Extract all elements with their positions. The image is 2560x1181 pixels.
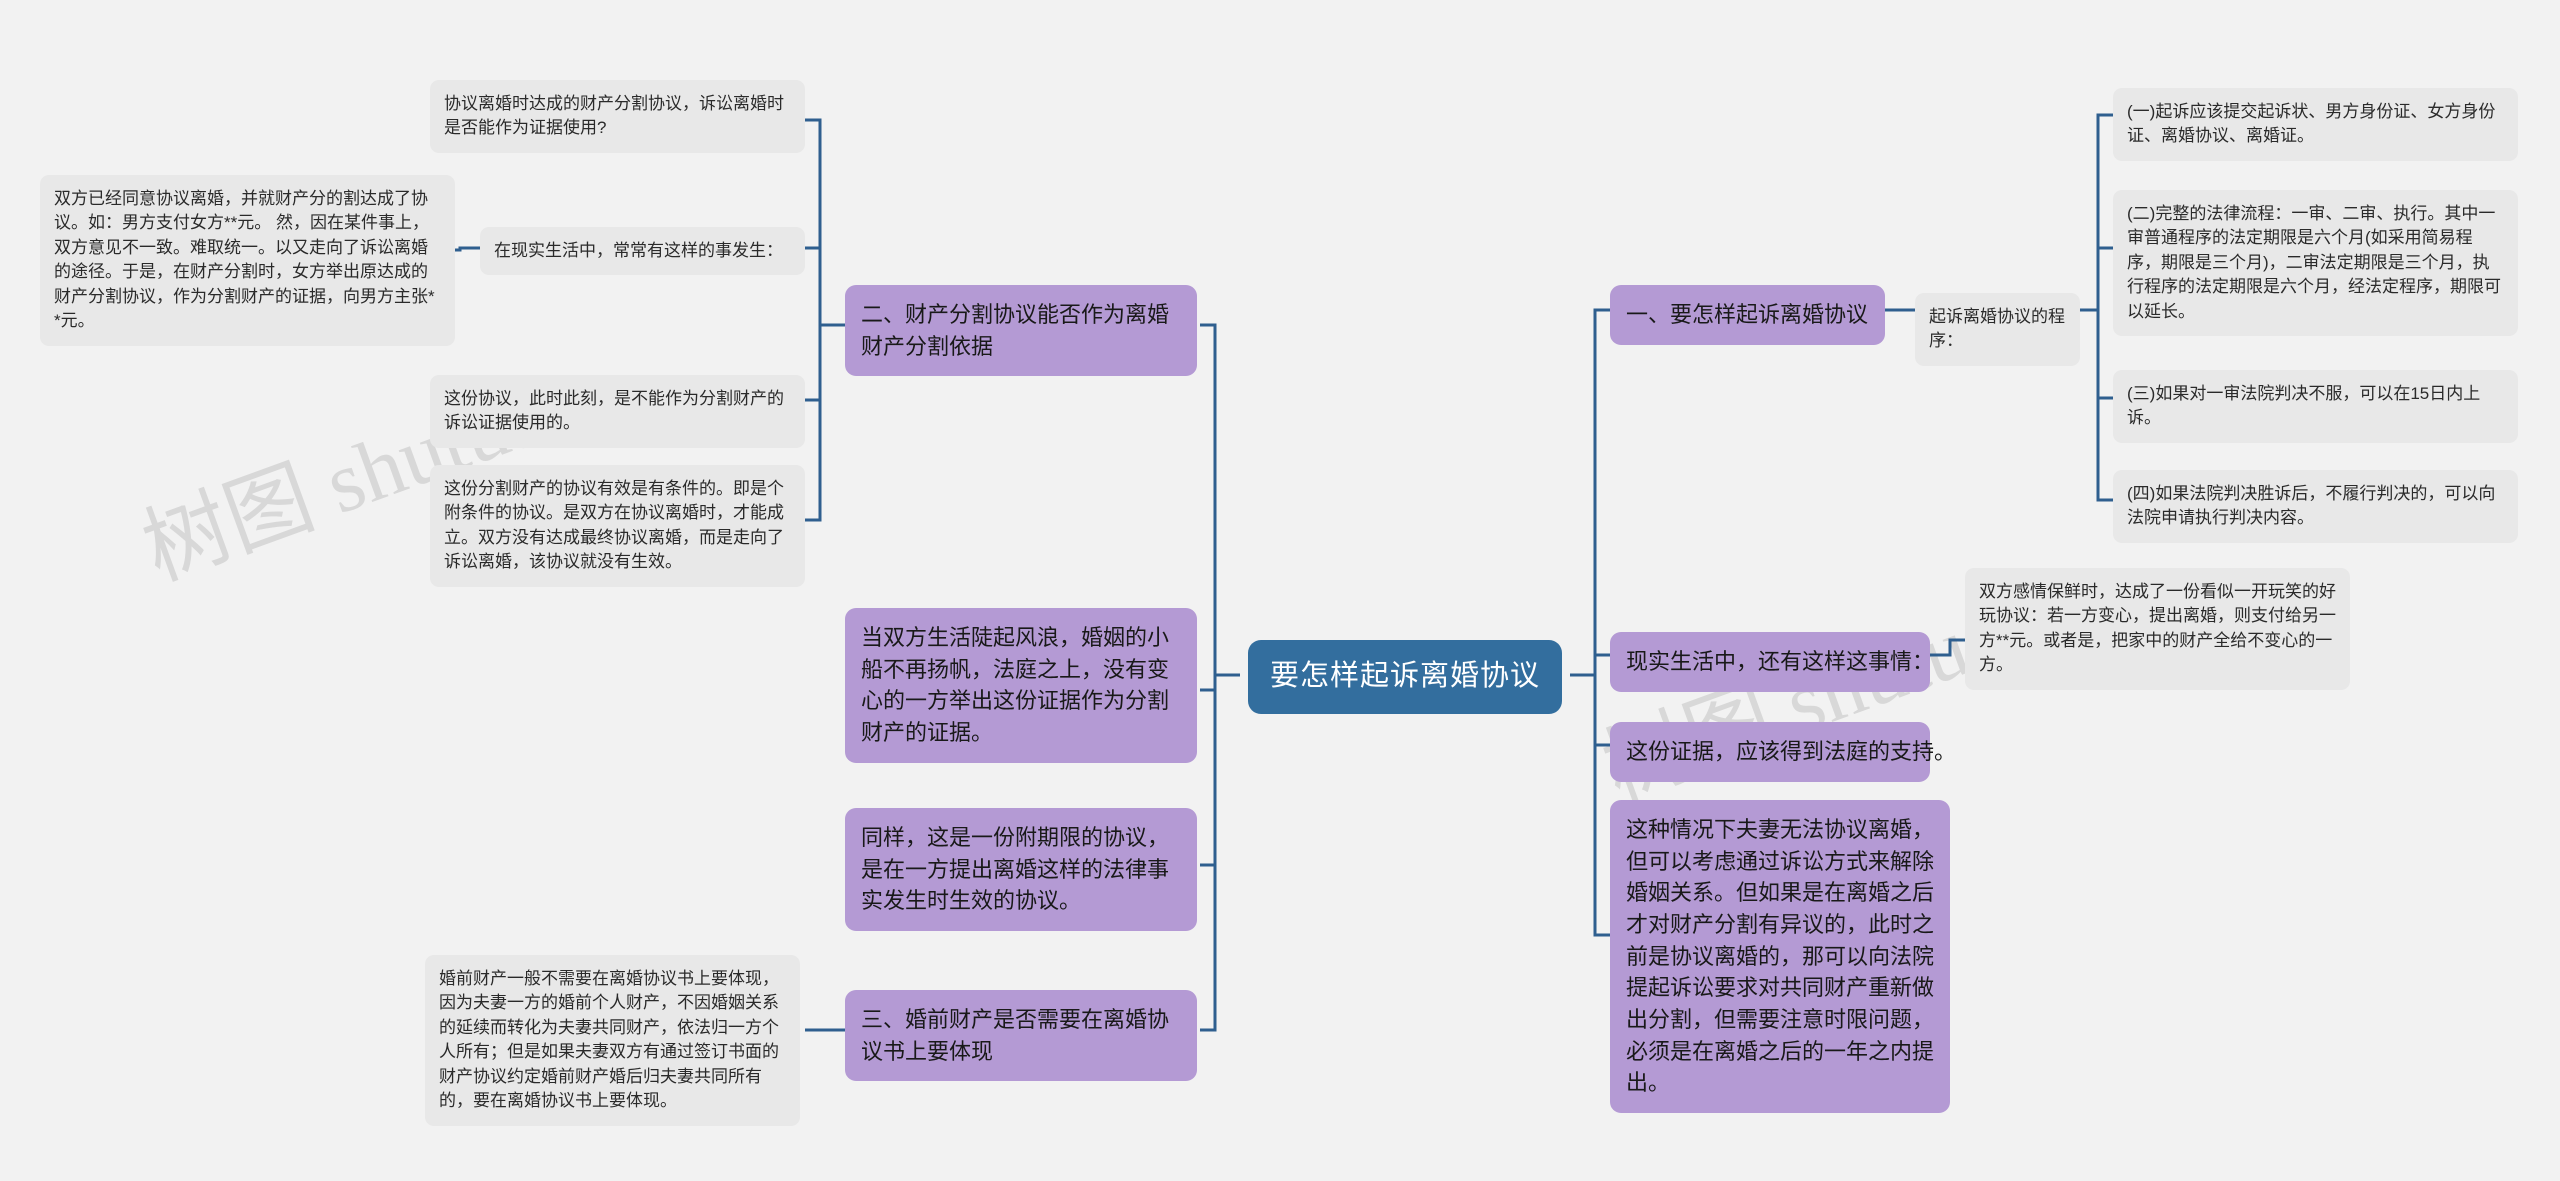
branch-node-evidence-supported-label: 这份证据，应该得到法庭的支持。 xyxy=(1626,739,1957,764)
root-node[interactable]: 要怎样起诉离婚协议 xyxy=(1248,640,1563,714)
leaf-node-step-3[interactable]: (三)如果对一审法院判决不服，可以在15日内上诉。 xyxy=(2113,370,2518,443)
leaf-node-case-detail-label: 双方已经同意协议离婚，并就财产分的割达成了协议。如：男方支付女方**元。 然，因… xyxy=(54,189,435,331)
leaf-node-procedure-label[interactable]: 起诉离婚协议的程序： xyxy=(1915,293,2080,366)
branch-node-how-to-sue[interactable]: 一、要怎样起诉离婚协议 xyxy=(1610,285,1885,345)
branch-node-evidence-storm[interactable]: 当双方生活陡起风浪，婚姻的小船不再扬帆，法庭之上，没有变心的一方举出这份证据作为… xyxy=(845,608,1197,763)
leaf-node-real-life-intro[interactable]: 在现实生活中，常常有这样的事发生： xyxy=(480,227,805,276)
leaf-node-question-evidence[interactable]: 协议离婚时达成的财产分割协议，诉讼离婚时是否能作为证据使用? xyxy=(430,80,805,153)
branch-node-evidence-supported[interactable]: 这份证据，应该得到法庭的支持。 xyxy=(1610,722,1956,782)
branch-node-how-to-sue-label: 一、要怎样起诉离婚协议 xyxy=(1626,302,1869,327)
leaf-node-step-4[interactable]: (四)如果法院判决胜诉后，不履行判决的，可以向法院申请执行判决内容。 xyxy=(2113,470,2518,543)
branch-node-premarital-property[interactable]: 三、婚前财产是否需要在离婚协议书上要体现 xyxy=(845,990,1197,1082)
branch-node-term-agreement-label: 同样，这是一份附期限的协议，是在一方提出离婚这样的法律事实发生时生效的协议。 xyxy=(861,825,1170,914)
leaf-node-step-3-label: (三)如果对一审法院判决不服，可以在15日内上诉。 xyxy=(2127,384,2481,428)
leaf-node-step-2[interactable]: (二)完整的法律流程：一审、二审、执行。其中一审普通程序的法定期限是六个月(如采… xyxy=(2113,190,2518,337)
leaf-node-step-1[interactable]: (一)起诉应该提交起诉状、男方身份证、女方身份证、离婚协议、离婚证。 xyxy=(2113,88,2518,161)
leaf-node-step-4-label: (四)如果法院判决胜诉后，不履行判决的，可以向法院申请执行判决内容。 xyxy=(2127,484,2496,528)
branch-node-real-life-case-label: 现实生活中，还有这样这事情： xyxy=(1626,649,1935,674)
leaf-node-joke-agreement-detail-label: 双方感情保鲜时，达成了一份看似一开玩笑的好玩协议：若一方变心，提出离婚，则支付给… xyxy=(1979,582,2336,675)
branch-node-premarital-property-label: 三、婚前财产是否需要在离婚协议书上要体现 xyxy=(861,1007,1170,1064)
branch-node-litigation-divorce[interactable]: 这种情况下夫妻无法协议离婚，但可以考虑通过诉讼方式来解除婚姻关系。但如果是在离婚… xyxy=(1610,800,1950,1114)
leaf-node-procedure-label-text: 起诉离婚协议的程序： xyxy=(1929,307,2065,351)
branch-node-evidence-storm-label: 当双方生活陡起风浪，婚姻的小船不再扬帆，法庭之上，没有变心的一方举出这份证据作为… xyxy=(861,625,1170,746)
leaf-node-conditional-agreement[interactable]: 这份分割财产的协议有效是有条件的。即是个附条件的协议。是双方在协议离婚时，才能成… xyxy=(430,465,805,587)
leaf-node-question-evidence-label: 协议离婚时达成的财产分割协议，诉讼离婚时是否能作为证据使用? xyxy=(444,94,784,138)
leaf-node-real-life-intro-label: 在现实生活中，常常有这样的事发生： xyxy=(494,241,783,260)
leaf-node-step-1-label: (一)起诉应该提交起诉状、男方身份证、女方身份证、离婚协议、离婚证。 xyxy=(2127,102,2496,146)
leaf-node-not-usable-evidence[interactable]: 这份协议，此时此刻，是不能作为分割财产的诉讼证据使用的。 xyxy=(430,375,805,448)
mindmap-canvas: 树图 shutu.cn 树图 shutu.cn xyxy=(0,0,2560,1181)
leaf-node-joke-agreement-detail[interactable]: 双方感情保鲜时，达成了一份看似一开玩笑的好玩协议：若一方变心，提出离婚，则支付给… xyxy=(1965,568,2350,690)
branch-node-real-life-case[interactable]: 现实生活中，还有这样这事情： xyxy=(1610,632,1934,692)
branch-node-term-agreement[interactable]: 同样，这是一份附期限的协议，是在一方提出离婚这样的法律事实发生时生效的协议。 xyxy=(845,808,1197,932)
leaf-node-case-detail[interactable]: 双方已经同意协议离婚，并就财产分的割达成了协议。如：男方支付女方**元。 然，因… xyxy=(40,175,455,346)
root-node-label: 要怎样起诉离婚协议 xyxy=(1270,660,1541,692)
branch-node-property-division-label: 二、财产分割协议能否作为离婚财产分割依据 xyxy=(861,302,1170,359)
leaf-node-step-2-label: (二)完整的法律流程：一审、二审、执行。其中一审普通程序的法定期限是六个月(如采… xyxy=(2127,204,2501,321)
branch-node-litigation-divorce-label: 这种情况下夫妻无法协议离婚，但可以考虑通过诉讼方式来解除婚姻关系。但如果是在离婚… xyxy=(1626,817,1935,1096)
leaf-node-premarital-property-detail-label: 婚前财产一般不需要在离婚协议书上要体现，因为夫妻一方的婚前个人财产，不因婚姻关系… xyxy=(439,969,779,1111)
leaf-node-not-usable-evidence-label: 这份协议，此时此刻，是不能作为分割财产的诉讼证据使用的。 xyxy=(444,389,784,433)
leaf-node-premarital-property-detail[interactable]: 婚前财产一般不需要在离婚协议书上要体现，因为夫妻一方的婚前个人财产，不因婚姻关系… xyxy=(425,955,800,1126)
leaf-node-conditional-agreement-label: 这份分割财产的协议有效是有条件的。即是个附条件的协议。是双方在协议离婚时，才能成… xyxy=(444,479,784,572)
branch-node-property-division[interactable]: 二、财产分割协议能否作为离婚财产分割依据 xyxy=(845,285,1197,377)
